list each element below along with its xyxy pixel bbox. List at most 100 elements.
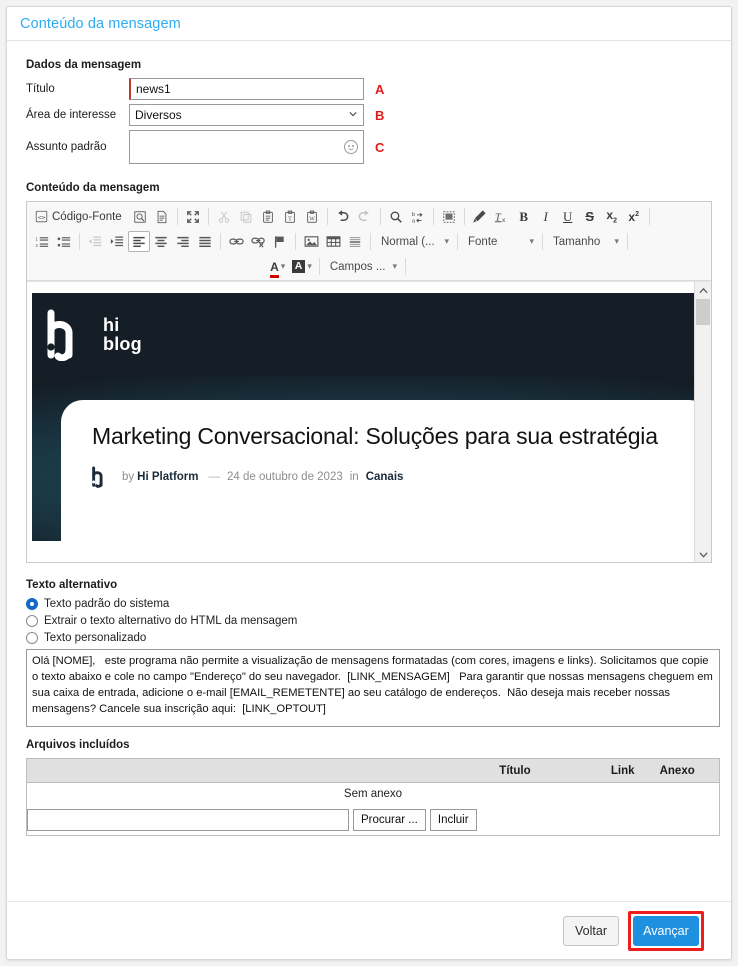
include-button[interactable]: Incluir	[429, 808, 477, 831]
message-data-form: Título A Área de interesse Diversos B	[26, 78, 712, 164]
radio-indicator-default[interactable]	[26, 598, 38, 610]
column-header-anexo: Anexo	[658, 758, 720, 783]
browse-button[interactable]: Procurar ...	[353, 808, 426, 831]
italic-button[interactable]: I	[535, 206, 557, 227]
maximize-icon	[186, 210, 199, 223]
find-button[interactable]	[385, 206, 407, 227]
annotation-a: A	[375, 81, 385, 97]
increase-indent-button[interactable]	[106, 231, 128, 252]
dialog-body: Dados da mensagem Título A Área de inter…	[7, 41, 731, 959]
byline-author: Hi Platform	[137, 471, 199, 484]
fields-dropdown[interactable]: Campos ... ▾	[324, 256, 401, 277]
align-right-button[interactable]	[172, 231, 194, 252]
align-center-button[interactable]	[150, 231, 172, 252]
decrease-indent-icon	[88, 235, 102, 246]
paste-from-word-button[interactable]: W	[301, 206, 323, 227]
templates-icon	[157, 210, 167, 223]
maximize-button[interactable]	[182, 206, 204, 227]
alt-text-textarea[interactable]	[26, 649, 720, 727]
remove-format-button[interactable]: T x	[491, 206, 513, 227]
assunto-padrao-input[interactable]	[129, 130, 364, 164]
subscript-button[interactable]: x2	[601, 206, 623, 227]
attachment-file-input[interactable]	[27, 808, 349, 831]
toolbar-separator	[379, 208, 381, 225]
preview-scrollbar[interactable]	[694, 282, 711, 562]
decrease-indent-button[interactable]	[84, 231, 106, 252]
underline-button[interactable]: U	[557, 206, 579, 227]
numbered-list-icon: 1 2	[35, 236, 49, 247]
numbered-list-button[interactable]: 1 2	[31, 231, 53, 252]
back-button[interactable]: Voltar	[563, 915, 619, 946]
svg-text:b: b	[412, 212, 415, 218]
editor-content-preview[interactable]: hi blog Marketing Conversacional: Soluçõ…	[27, 281, 711, 562]
byline-in: in	[349, 471, 359, 484]
byline-date: 24 de outubro de 2023	[227, 471, 343, 484]
source-code-icon: <>	[35, 210, 48, 223]
editor-toolbar: <> Código-Fonte T W b a T x B I U S x2 x…	[27, 202, 711, 281]
logo-line-2: blog	[103, 333, 142, 354]
redo-button[interactable]	[354, 206, 376, 227]
next-button[interactable]: Avançar	[633, 915, 699, 946]
font-size-label: Tamanho	[553, 235, 601, 248]
paste-icon	[262, 210, 273, 223]
preview-button[interactable]	[129, 206, 151, 227]
hi-mini-logo-icon	[92, 466, 111, 489]
source-code-button[interactable]: <> Código-Fonte	[31, 206, 129, 227]
scroll-down-icon[interactable]	[695, 546, 711, 562]
replace-button[interactable]: b a	[407, 206, 429, 227]
unlink-button[interactable]	[247, 231, 269, 252]
radio-option-default[interactable]: Texto padrão do sistema	[26, 598, 712, 610]
copy-button[interactable]	[235, 206, 257, 227]
align-left-button[interactable]	[128, 231, 150, 252]
toolbar-separator	[326, 208, 328, 225]
strikethrough-button[interactable]: S	[579, 206, 601, 227]
article-title: Marketing Conversacional: Soluções para …	[92, 423, 658, 449]
scrollbar-thumb[interactable]	[696, 299, 710, 325]
svg-text:W: W	[309, 216, 315, 222]
undo-button[interactable]	[332, 206, 354, 227]
area-interesse-select[interactable]: Diversos	[129, 104, 364, 126]
chevron-down-icon: ▾	[614, 236, 619, 246]
paste-button[interactable]	[257, 206, 279, 227]
text-color-button[interactable]: A ▾	[267, 256, 289, 278]
remove-format-icon: T x	[495, 212, 506, 224]
label-assunto-padrao: Assunto padrão	[26, 141, 107, 153]
rich-text-editor: <> Código-Fonte T W b a T x B I U S x2 x…	[26, 201, 712, 563]
image-button[interactable]	[300, 231, 322, 252]
copy-formatting-button[interactable]	[469, 206, 491, 227]
scroll-up-icon[interactable]	[695, 282, 711, 299]
empty-message: Sem anexo	[343, 788, 403, 801]
cut-button[interactable]	[213, 206, 235, 227]
toolbar-separator	[405, 258, 406, 275]
templates-button[interactable]	[151, 206, 173, 227]
anchor-button[interactable]	[269, 231, 291, 252]
background-color-button[interactable]: A ▾	[289, 256, 315, 277]
attachments-table-head: Título Link Anexo	[26, 758, 720, 783]
paragraph-format-dropdown[interactable]: Normal (... ▾	[375, 231, 453, 252]
superscript-button[interactable]: x2	[623, 206, 645, 227]
link-button[interactable]	[225, 231, 247, 252]
table-button[interactable]	[322, 231, 344, 252]
chevron-down-icon: ▾	[280, 261, 286, 271]
content-section-title: Conteúdo da mensagem	[26, 182, 160, 194]
radio-option-extract[interactable]: Extrair o texto alternativo do HTML da m…	[26, 615, 712, 627]
titulo-input[interactable]	[129, 78, 364, 100]
horizontal-rule-icon	[349, 236, 361, 247]
paste-as-text-button[interactable]: T	[279, 206, 301, 227]
font-label: Fonte	[468, 235, 498, 248]
bold-button[interactable]: B	[513, 206, 535, 227]
font-size-dropdown[interactable]: Tamanho ▾	[547, 231, 623, 252]
select-all-button[interactable]	[438, 206, 460, 227]
paragraph-format-label: Normal (...	[381, 235, 435, 248]
emoji-icon[interactable]	[344, 140, 358, 154]
bulleted-list-button[interactable]	[53, 231, 75, 252]
toolbar-separator	[318, 258, 320, 275]
radio-indicator-extract[interactable]	[26, 615, 38, 627]
horizontal-rule-button[interactable]	[344, 231, 366, 252]
radio-option-custom[interactable]: Texto personalizado	[26, 632, 712, 644]
font-dropdown[interactable]: Fonte ▾	[462, 231, 538, 252]
toolbar-separator	[627, 233, 628, 250]
radio-indicator-custom[interactable]	[26, 632, 38, 644]
justify-button[interactable]	[194, 231, 216, 252]
attachments-table: Título Link Anexo Sem anexo Procurar ...…	[26, 758, 720, 836]
